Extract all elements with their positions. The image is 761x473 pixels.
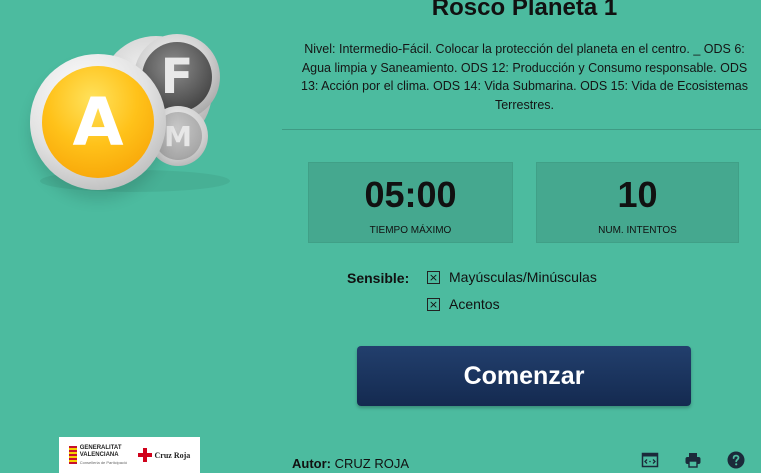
divider <box>282 129 761 130</box>
author-label: Autor: <box>292 456 331 471</box>
generalitat-logo: GENERALITAT VALENCIANA Conselleria de Pa… <box>68 444 128 466</box>
logo-ball-a: A <box>30 54 166 190</box>
generalitat-emblem-icon <box>68 446 77 464</box>
logo-letter-a: A <box>42 66 154 178</box>
stat-attempts: 10 NUM. INTENTOS <box>536 162 739 243</box>
game-title: Rosco Planeta 1 <box>431 0 618 21</box>
game-description: Nivel: Intermedio-Fácil. Colocar la prot… <box>301 42 748 112</box>
stat-attempts-label: NUM. INTENTOS <box>598 225 677 236</box>
accents-checkbox[interactable]: × <box>427 297 440 311</box>
cruz-roja-logo: Cruz Roja <box>138 448 190 462</box>
print-icon[interactable] <box>684 451 702 469</box>
start-button[interactable]: Comenzar <box>357 346 691 406</box>
stat-max-time-value: 05:00 <box>364 174 457 215</box>
case-sensitive-checkbox[interactable]: × <box>427 270 440 284</box>
gv-line3: Conselleria de Participació <box>79 459 128 465</box>
stat-max-time-label: TIEMPO MÁXIMO <box>369 225 452 236</box>
stat-attempts-value: 10 <box>617 174 658 215</box>
gv-line2: VALENCIANA <box>79 451 119 458</box>
red-cross-icon <box>138 448 153 462</box>
stat-max-time: 05:00 TIEMPO MÁXIMO <box>308 162 513 243</box>
embed-icon[interactable] <box>641 451 659 469</box>
author: Autor: CRUZ ROJA <box>292 456 409 471</box>
author-name: CRUZ ROJA <box>334 456 410 471</box>
accents-label: Acentos <box>449 296 500 312</box>
sensitive-label: Sensible: <box>347 270 410 286</box>
case-sensitive-label: Mayúsculas/Minúsculas <box>449 269 597 285</box>
gv-line1: GENERALITAT <box>79 444 122 451</box>
help-icon[interactable] <box>727 451 745 469</box>
cruz-roja-name: Cruz Roja <box>154 450 191 460</box>
option-case-sensitive[interactable]: × Mayúsculas/Minúsculas <box>427 269 597 285</box>
sponsor-logos: GENERALITAT VALENCIANA Conselleria de Pa… <box>59 437 200 473</box>
logo: F M A <box>0 0 282 473</box>
option-accents[interactable]: × Acentos <box>427 296 500 312</box>
